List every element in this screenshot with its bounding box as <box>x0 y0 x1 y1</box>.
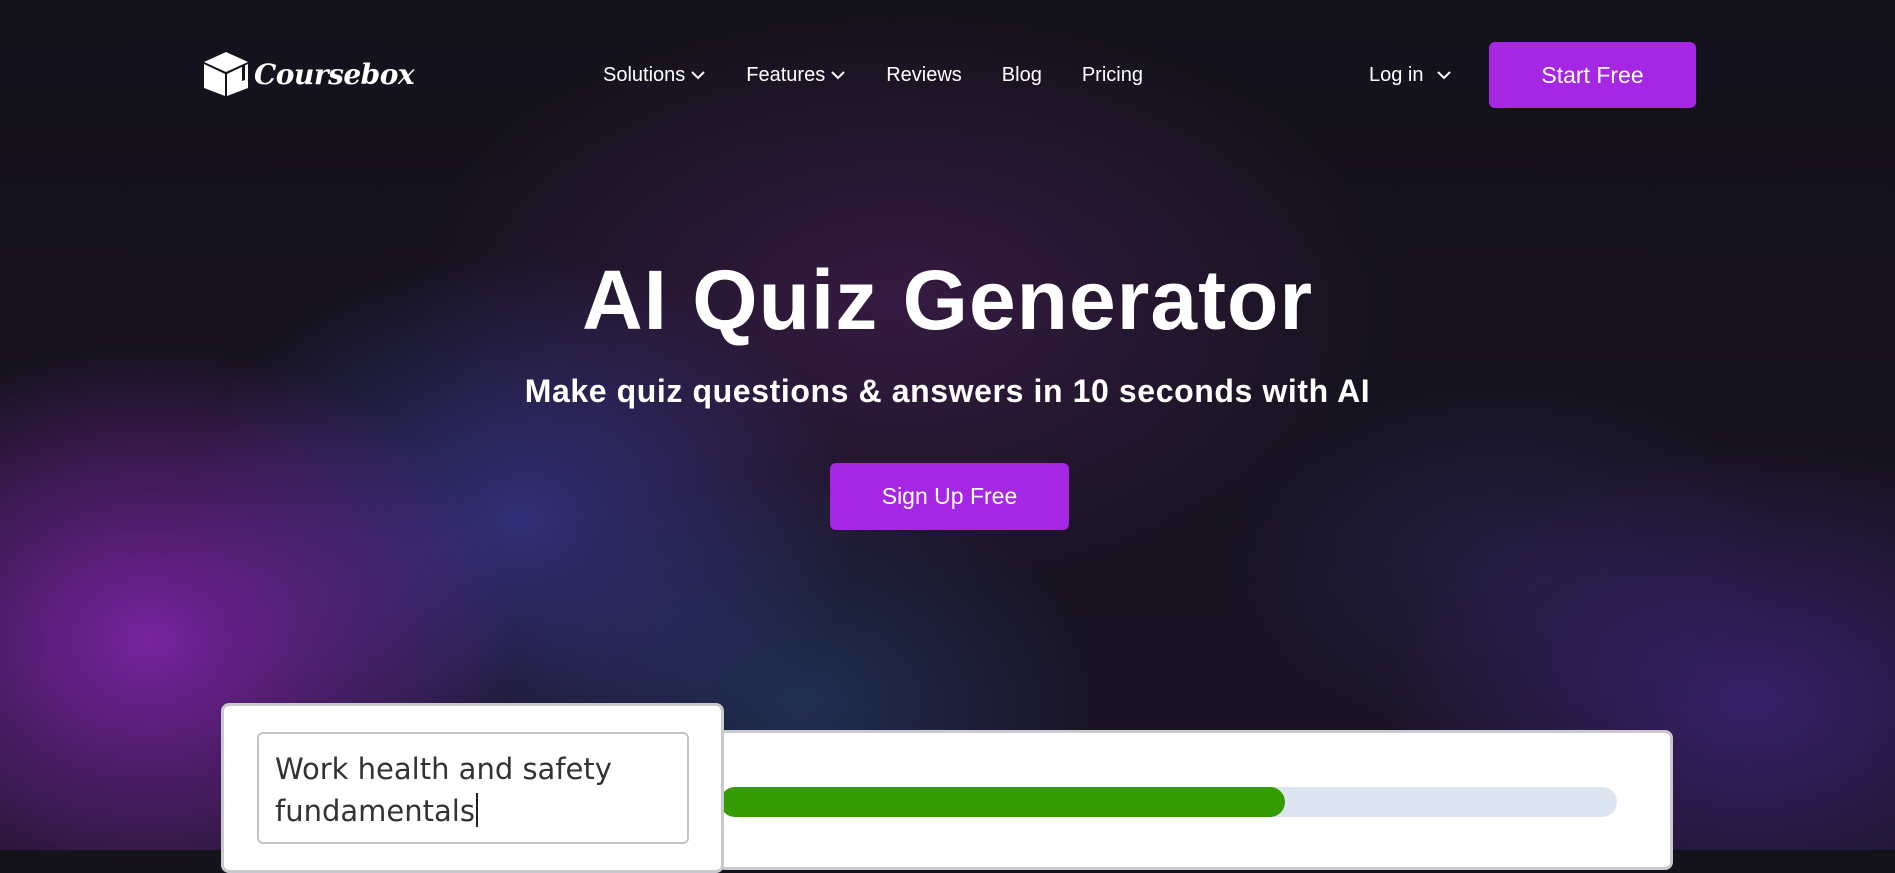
progress-bar <box>720 787 1617 817</box>
topic-input[interactable]: Work health and safety fundamentals <box>257 732 689 844</box>
sign-up-button[interactable]: Sign Up Free <box>830 463 1069 530</box>
nav-item-pricing[interactable]: Pricing <box>1082 64 1143 87</box>
text-caret <box>475 793 478 827</box>
nav-item-label: Reviews <box>886 63 962 86</box>
chevron-down-icon <box>691 71 705 80</box>
chevron-down-icon <box>1436 71 1451 80</box>
topic-input-value: Work health and safety fundamentals <box>275 752 612 828</box>
page-title: AI Quiz Generator <box>581 253 1314 347</box>
nav-item-label: Pricing <box>1081 63 1143 86</box>
progress-bar-fill <box>720 787 1286 817</box>
topic-input-panel: Work health and safety fundamentals <box>221 703 724 873</box>
login-menu[interactable]: Log in <box>1369 61 1452 89</box>
logo-wordmark: Coursebox <box>254 57 415 91</box>
quiz-progress-panel <box>717 730 1673 870</box>
nav-item-reviews[interactable]: Reviews <box>886 64 962 87</box>
nav-item-solutions[interactable]: Solutions <box>603 64 706 87</box>
login-label: Log in <box>1369 63 1424 86</box>
nav-item-label: Features <box>746 63 826 86</box>
page-subtitle: Make quiz questions & answers in 10 seco… <box>524 373 1371 409</box>
nav-item-features[interactable]: Features <box>746 64 846 87</box>
nav-item-label: Solutions <box>603 63 686 86</box>
chevron-down-icon <box>831 71 845 80</box>
graduation-cap-box-icon <box>204 52 248 96</box>
logo-link[interactable]: Coursebox <box>202 50 415 98</box>
nav-item-label: Blog <box>1001 63 1042 86</box>
start-free-button[interactable]: Start Free <box>1489 42 1696 108</box>
site-header: Coursebox Solutions Features Reviews Blo… <box>0 0 1895 150</box>
nav-item-blog[interactable]: Blog <box>1002 64 1042 87</box>
main-nav: Solutions Features Reviews Blog Pricing <box>603 61 1143 89</box>
